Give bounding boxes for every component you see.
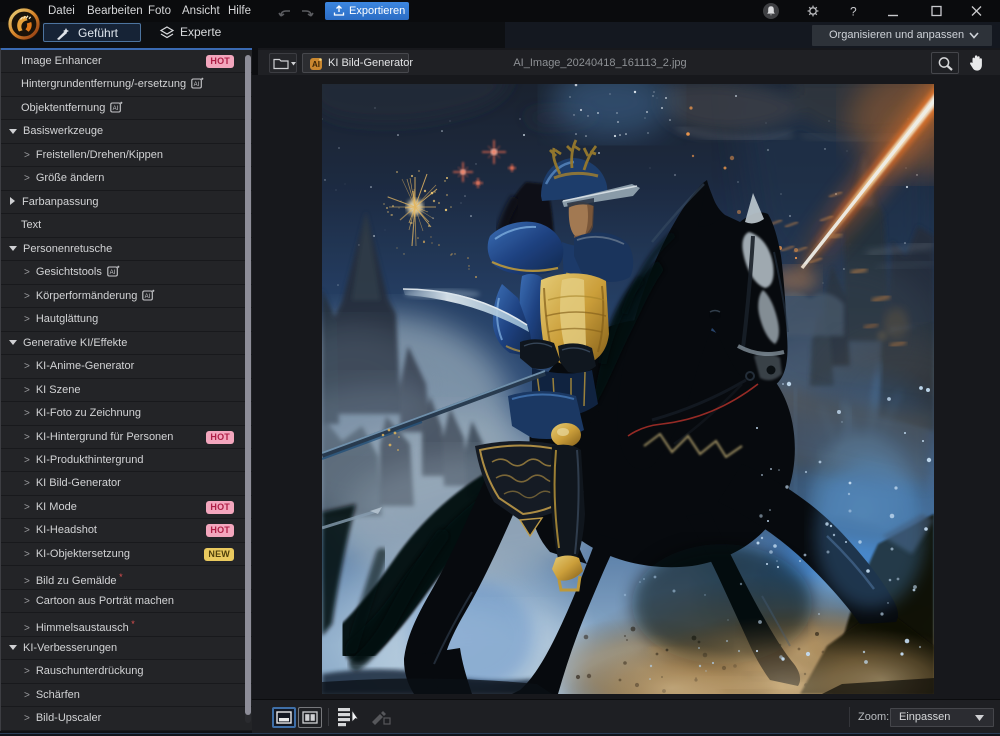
svg-text:AI: AI (194, 83, 200, 89)
svg-text:?: ? (850, 5, 857, 19)
svg-text:AI: AI (145, 294, 151, 300)
svg-text:AI: AI (109, 270, 115, 276)
svg-text:AI: AI (113, 106, 119, 112)
